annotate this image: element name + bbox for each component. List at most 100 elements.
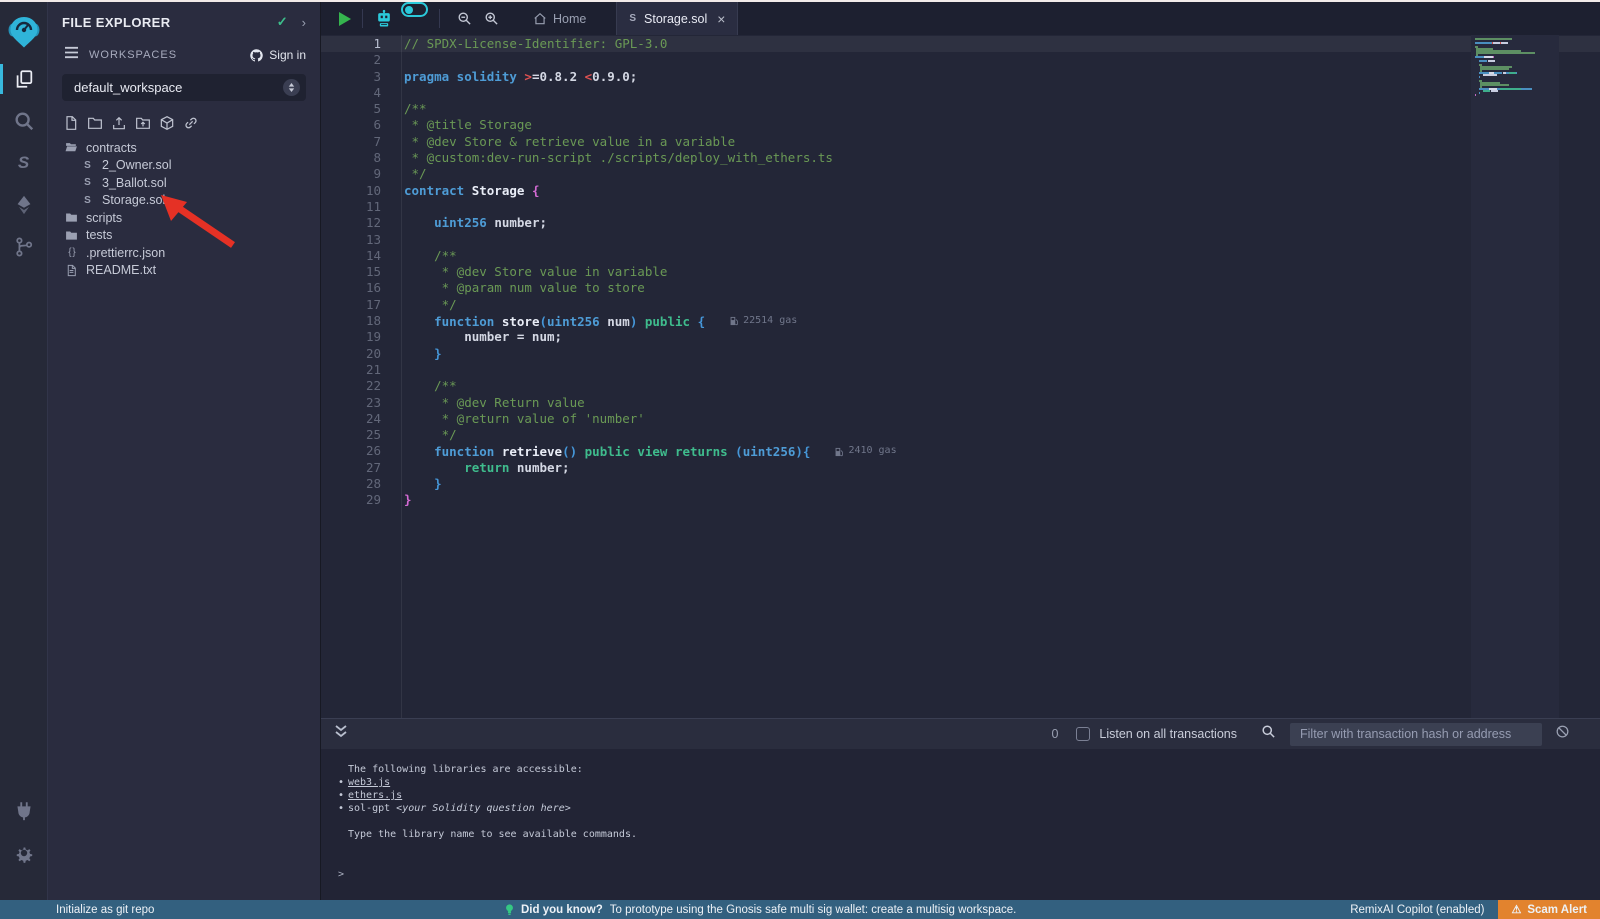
code-lines: 1// SPDX-License-Identifier: GPL-3.023pr… — [321, 36, 1600, 718]
new-folder-icon[interactable] — [87, 115, 103, 131]
terminal-link[interactable]: ethers.js — [348, 790, 402, 801]
code-line[interactable]: 8 * @custom:dev-run-script ./scripts/dep… — [321, 150, 1600, 166]
plugin-manager-icon[interactable] — [0, 790, 48, 832]
copilot-toggle[interactable] — [401, 2, 428, 17]
tree-item-label: contracts — [86, 141, 137, 155]
code-line[interactable]: 12 uint256 number; — [321, 215, 1600, 231]
tree-item-contracts[interactable]: contracts — [48, 139, 320, 157]
tree-item--prettierrc-json[interactable]: { }.prettierrc.json — [48, 244, 320, 262]
tree-item-3-ballot-sol[interactable]: S3_Ballot.sol — [48, 174, 320, 192]
load-url-icon[interactable] — [183, 115, 199, 131]
tree-item-readme-txt[interactable]: README.txt — [48, 262, 320, 280]
code-line[interactable]: 26 function retrieve() public view retur… — [321, 443, 1600, 459]
zoom-out-button[interactable] — [457, 2, 472, 35]
workspace-name: default_workspace — [74, 80, 283, 95]
chevron-right-icon[interactable]: › — [302, 15, 306, 30]
close-tab-icon[interactable]: × — [717, 11, 725, 27]
workspace-selector[interactable]: default_workspace — [62, 74, 306, 101]
terminal-prompt[interactable]: > — [338, 868, 1600, 881]
code-line[interactable]: 17 */ — [321, 297, 1600, 313]
code-text: function retrieve() public view returns … — [401, 443, 897, 459]
upload-file-icon[interactable] — [111, 115, 127, 131]
code-line[interactable]: 11 — [321, 199, 1600, 215]
code-line[interactable]: 18 function store(uint256 num) public {2… — [321, 313, 1600, 329]
tree-item-storage-sol[interactable]: SStorage.sol — [48, 192, 320, 210]
zoom-in-button[interactable] — [484, 2, 499, 35]
code-line[interactable]: 5/** — [321, 101, 1600, 117]
remix-logo-icon[interactable] — [0, 6, 48, 58]
tree-item-scripts[interactable]: scripts — [48, 209, 320, 227]
did-you-know-tip: Did you know? To prototype using the Gno… — [505, 904, 1016, 916]
solidity-compiler-icon[interactable]: S — [0, 142, 48, 184]
code-line[interactable]: 20 } — [321, 346, 1600, 362]
transaction-filter-input[interactable] — [1290, 723, 1542, 746]
code-text: return number; — [401, 460, 570, 476]
file-explorer-panel: FILE EXPLORER ✓ › WORKSPACES Sign in def… — [48, 2, 320, 900]
tab-storage-sol[interactable]: S Storage.sol × — [616, 2, 738, 35]
tree-item-tests[interactable]: tests — [48, 227, 320, 245]
git-icon[interactable] — [0, 226, 48, 268]
clear-console-icon[interactable] — [1555, 724, 1570, 744]
line-number: 14 — [321, 248, 401, 264]
terminal-output[interactable]: The following libraries are accessible:•… — [321, 749, 1600, 900]
file-explorer-icon[interactable] — [0, 58, 48, 100]
solidity-icon: S — [80, 177, 95, 188]
code-line[interactable]: 22 /** — [321, 378, 1600, 394]
code-line[interactable]: 25 */ — [321, 427, 1600, 443]
listen-all-transactions-checkbox[interactable] — [1076, 727, 1090, 741]
code-line[interactable]: 1// SPDX-License-Identifier: GPL-3.0 — [321, 36, 1600, 52]
upload-folder-icon[interactable] — [135, 115, 151, 131]
workspaces-row: WORKSPACES Sign in — [48, 40, 320, 74]
line-number: 17 — [321, 297, 401, 313]
line-number: 5 — [321, 101, 401, 117]
workspace-caret-icon — [283, 79, 300, 96]
line-number: 16 — [321, 280, 401, 296]
code-line[interactable]: 7 * @dev Store & retrieve value in a var… — [321, 134, 1600, 150]
json-icon: { } — [64, 247, 79, 258]
remixai-copilot-status[interactable]: RemixAI Copilot (enabled) — [1350, 904, 1484, 916]
hamburger-menu-icon[interactable] — [64, 46, 79, 64]
code-line[interactable]: 9 */ — [321, 166, 1600, 182]
code-line[interactable]: 24 * @return value of 'number' — [321, 411, 1600, 427]
init-git-repo-button[interactable]: Initialize as git repo — [0, 904, 154, 916]
settings-icon[interactable] — [0, 832, 48, 874]
check-icon: ✓ — [277, 14, 288, 30]
terminal-line-text: sol-gpt <your Solidity question here> — [348, 802, 571, 815]
run-script-button[interactable] — [339, 2, 351, 35]
new-file-icon[interactable] — [63, 115, 79, 131]
code-line[interactable]: 2 — [321, 52, 1600, 68]
code-line[interactable]: 28 } — [321, 476, 1600, 492]
line-number: 20 — [321, 346, 401, 362]
deploy-run-icon[interactable] — [0, 184, 48, 226]
terminal-link[interactable]: web3.js — [348, 777, 390, 788]
tab-home[interactable]: Home — [519, 2, 600, 35]
line-number: 21 — [321, 362, 401, 378]
tree-item-2-owner-sol[interactable]: S2_Owner.sol — [48, 157, 320, 175]
sign-in-button[interactable]: Sign in — [249, 48, 306, 63]
code-editor[interactable]: 1// SPDX-License-Identifier: GPL-3.023pr… — [321, 35, 1600, 718]
play-icon — [339, 12, 351, 26]
terminal-blank-line — [338, 815, 1600, 828]
search-icon[interactable] — [0, 100, 48, 142]
terminal-bullet: • — [338, 776, 348, 789]
code-line[interactable]: 19 number = num; — [321, 329, 1600, 345]
code-line[interactable]: 29} — [321, 492, 1600, 508]
code-line[interactable]: 21 — [321, 362, 1600, 378]
code-line[interactable]: 4 — [321, 85, 1600, 101]
ai-copilot-robot-icon[interactable] — [374, 2, 394, 35]
code-line[interactable]: 15 * @dev Store value in variable — [321, 264, 1600, 280]
collapse-terminal-icon[interactable] — [335, 725, 347, 743]
code-line[interactable]: 23 * @dev Return value — [321, 395, 1600, 411]
code-line[interactable]: 10contract Storage { — [321, 183, 1600, 199]
scam-alert-button[interactable]: ⚠ Scam Alert — [1498, 900, 1600, 919]
code-line[interactable]: 14 /** — [321, 248, 1600, 264]
load-ipfs-icon[interactable] — [159, 115, 175, 131]
code-line[interactable]: 27 return number; — [321, 460, 1600, 476]
code-line[interactable]: 16 * @param num value to store — [321, 280, 1600, 296]
code-line[interactable]: 6 * @title Storage — [321, 117, 1600, 133]
minimap[interactable] — [1471, 35, 1559, 718]
code-line[interactable]: 3pragma solidity >=0.8.2 <0.9.0; — [321, 69, 1600, 85]
line-number: 15 — [321, 264, 401, 280]
code-text: /** — [401, 101, 427, 117]
code-line[interactable]: 13 — [321, 232, 1600, 248]
